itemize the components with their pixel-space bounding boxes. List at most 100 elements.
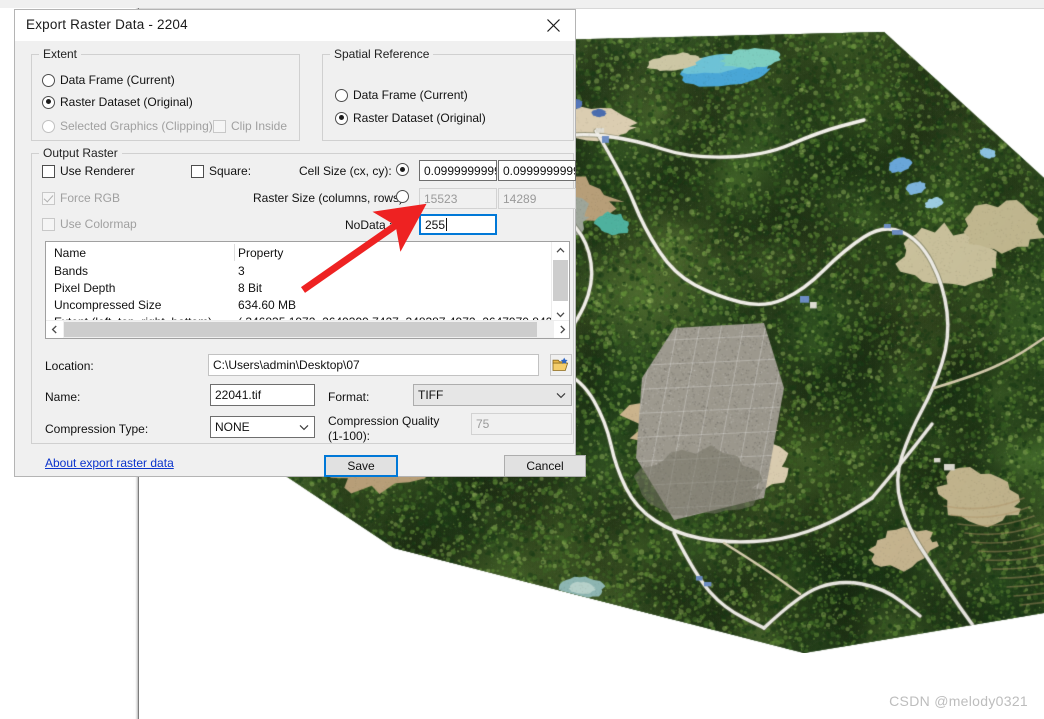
cell-size-cy-input[interactable]: 0.0999999999 xyxy=(498,160,576,181)
checkbox-square[interactable]: Square: xyxy=(191,164,251,178)
radio-indicator xyxy=(335,88,348,102)
radio-label: Raster Dataset (Original) xyxy=(60,95,193,109)
format-value: TIFF xyxy=(418,388,444,402)
open-folder-add-icon[interactable] xyxy=(550,354,572,376)
watermark-text: CSDN @melody0321 xyxy=(889,693,1028,709)
radio-raster-size[interactable] xyxy=(396,190,409,203)
save-button[interactable]: Save xyxy=(324,455,398,477)
property-name: Uncompressed Size xyxy=(54,298,162,312)
checkbox-label: Force RGB xyxy=(60,191,121,205)
properties-column-name: Name xyxy=(54,246,87,260)
name-value: 22041.tif xyxy=(215,388,262,402)
checkbox-use-colormap: Use Colormap xyxy=(42,217,137,231)
raster-size-label: Raster Size (columns, rows): xyxy=(253,191,407,205)
properties-header-row: Name Property xyxy=(46,242,569,263)
format-label: Format: xyxy=(328,390,370,404)
radio-cell-size[interactable] xyxy=(396,163,409,176)
save-button-label: Save xyxy=(347,459,375,473)
compression-quality-input: 75 xyxy=(471,413,572,435)
checkbox-label: Clip Inside xyxy=(231,119,288,133)
checkbox-force-rgb: Force RGB xyxy=(42,191,120,205)
radio-extent-selected-graphics: Selected Graphics (Clipping) xyxy=(42,119,213,133)
compression-type-value: NONE xyxy=(215,420,250,434)
cell-size-label: Cell Size (cx, cy): xyxy=(299,164,392,178)
checkbox-use-renderer[interactable]: Use Renderer xyxy=(42,164,135,178)
properties-column-property: Property xyxy=(238,246,284,260)
text-caret xyxy=(446,218,448,231)
checkbox-indicator xyxy=(191,164,204,178)
table-row[interactable]: Bands 3 xyxy=(46,263,569,280)
property-value: 634.60 MB xyxy=(238,298,297,312)
table-row[interactable]: Uncompressed Size 634.60 MB xyxy=(46,297,569,314)
header-separator xyxy=(234,244,235,261)
chevron-down-icon xyxy=(555,389,567,401)
radio-srs-raster-dataset[interactable]: Raster Dataset (Original) xyxy=(335,111,486,125)
raster-properties-list[interactable]: Name Property Bands 3 Pixel Depth 8 Bit … xyxy=(45,241,570,339)
radio-indicator xyxy=(42,95,55,109)
radio-label: Data Frame (Current) xyxy=(353,88,468,102)
radio-indicator xyxy=(396,163,409,176)
cell-size-cy-value: 0.0999999999 xyxy=(503,163,576,178)
dialog-title: Export Raster Data - 2204 xyxy=(26,17,188,32)
chevron-left-icon[interactable] xyxy=(46,321,63,338)
checkbox-label: Use Renderer xyxy=(60,164,135,178)
raster-columns-value: 15523 xyxy=(424,191,458,206)
checkbox-indicator xyxy=(42,164,55,178)
nodata-value: 255 xyxy=(425,217,446,232)
raster-rows-input[interactable]: 14289 xyxy=(498,188,576,209)
property-value: 8 Bit xyxy=(238,281,263,295)
checkbox-indicator xyxy=(42,217,55,231)
output-raster-group-legend: Output Raster xyxy=(39,146,122,160)
radio-label: Data Frame (Current) xyxy=(60,73,175,87)
format-select[interactable]: TIFF xyxy=(413,384,572,406)
nodata-label: NoData as: xyxy=(345,218,406,232)
radio-srs-data-frame[interactable]: Data Frame (Current) xyxy=(335,88,468,102)
compression-type-select[interactable]: NONE xyxy=(210,416,315,438)
nodata-input[interactable]: 255 xyxy=(419,214,497,235)
name-input[interactable]: 22041.tif xyxy=(210,384,315,406)
checkbox-indicator xyxy=(42,191,55,205)
app-top-strip xyxy=(0,0,1044,9)
radio-label: Raster Dataset (Original) xyxy=(353,111,486,125)
spatial-reference-group-legend: Spatial Reference xyxy=(330,47,434,61)
extent-group-legend: Extent xyxy=(39,47,82,61)
chevron-down-icon xyxy=(298,421,310,433)
cell-size-cx-input[interactable]: 0.0999999999 xyxy=(419,160,497,181)
radio-indicator xyxy=(335,111,348,125)
compression-quality-label: Compression Quality (1-100): xyxy=(328,414,440,443)
cancel-button-label: Cancel xyxy=(526,459,564,473)
radio-indicator xyxy=(396,190,409,203)
property-name: Bands xyxy=(54,264,89,278)
close-icon[interactable] xyxy=(531,10,575,41)
location-value: C:\Users\admin\Desktop\07 xyxy=(213,358,360,372)
table-row[interactable]: Pixel Depth 8 Bit xyxy=(46,280,569,297)
radio-indicator xyxy=(42,73,55,87)
raster-columns-input[interactable]: 15523 xyxy=(419,188,497,209)
checkbox-label: Use Colormap xyxy=(60,217,137,231)
compression-type-label: Compression Type: xyxy=(45,422,149,436)
scrollbar-thumb[interactable] xyxy=(64,322,537,337)
radio-extent-data-frame[interactable]: Data Frame (Current) xyxy=(42,73,175,87)
radio-extent-raster-dataset[interactable]: Raster Dataset (Original) xyxy=(42,95,193,109)
about-export-raster-data-link[interactable]: About export raster data xyxy=(45,456,174,470)
cancel-button[interactable]: Cancel xyxy=(504,455,586,477)
properties-vertical-scrollbar[interactable] xyxy=(551,242,569,323)
checkbox-indicator xyxy=(213,119,226,133)
dialog-title-bar[interactable]: Export Raster Data - 2204 xyxy=(15,10,575,42)
checkbox-clip-inside: Clip Inside xyxy=(213,119,287,133)
chevron-right-icon[interactable] xyxy=(554,321,569,338)
name-label: Name: xyxy=(45,390,81,404)
chevron-up-icon[interactable] xyxy=(552,242,569,259)
properties-horizontal-scrollbar[interactable] xyxy=(46,320,569,338)
property-value: 3 xyxy=(238,264,245,278)
location-label: Location: xyxy=(45,359,94,373)
scrollbar-thumb[interactable] xyxy=(553,260,568,301)
compression-quality-value: 75 xyxy=(476,417,490,431)
property-name: Pixel Depth xyxy=(54,281,116,295)
cell-size-cx-value: 0.0999999999 xyxy=(424,163,497,178)
raster-rows-value: 14289 xyxy=(503,191,537,206)
radio-label: Selected Graphics (Clipping) xyxy=(60,119,213,133)
radio-indicator xyxy=(42,119,55,133)
checkbox-label: Square: xyxy=(209,164,252,178)
location-input[interactable]: C:\Users\admin\Desktop\07 xyxy=(208,354,539,376)
